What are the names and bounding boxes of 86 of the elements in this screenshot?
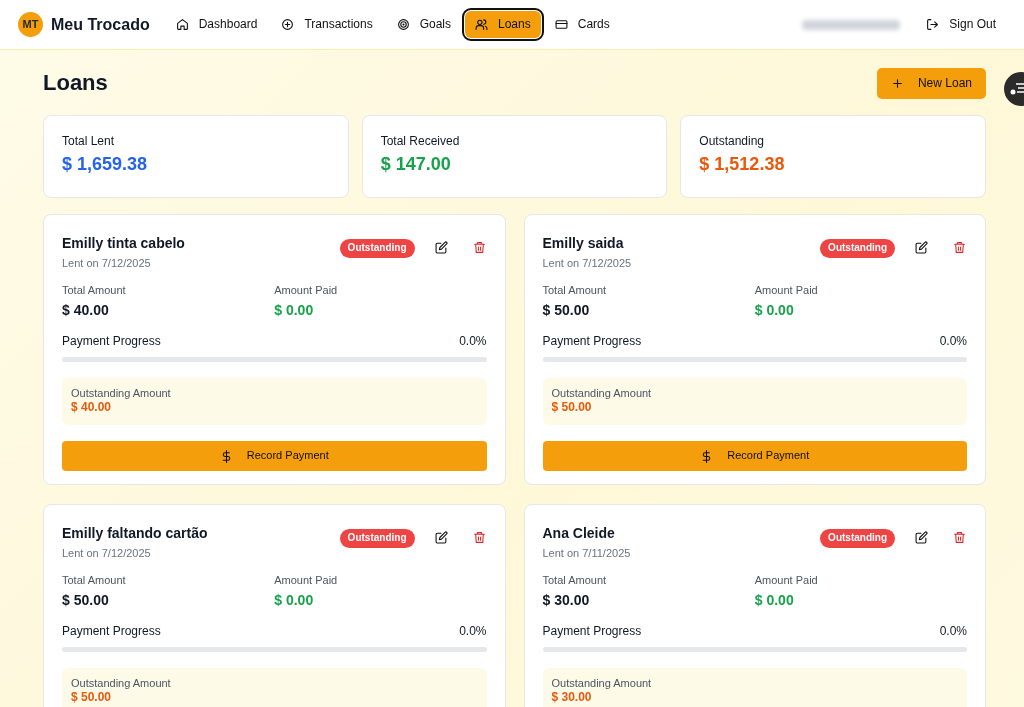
- edit-icon: [915, 241, 928, 255]
- nav-tab[interactable]: Goals: [386, 11, 461, 38]
- progress-label: Payment Progress: [542, 623, 642, 639]
- amount-label: Total Amount: [542, 574, 608, 588]
- loan-name: Emilly saida: [542, 235, 625, 253]
- outstanding-label: Outstanding Amount: [71, 386, 172, 401]
- amount-paid: $ 0.00: [274, 302, 315, 320]
- loan-name: Emilly faltando cartão: [62, 525, 208, 543]
- loan-date: Lent on 7/11/2025: [542, 546, 631, 561]
- status-badge: Outstanding: [339, 529, 415, 548]
- brand-name: Meu Trocado: [51, 14, 150, 35]
- plus-icon: [890, 77, 904, 90]
- stat-label: Outstanding: [699, 134, 766, 149]
- target-icon: [396, 18, 410, 31]
- delete-button[interactable]: [953, 241, 967, 256]
- amount-label: Amount Paid: [754, 574, 819, 588]
- amount-paid: $ 0.00: [754, 302, 795, 320]
- trash-icon: [953, 241, 966, 255]
- progress-label: Payment Progress: [542, 333, 642, 349]
- stat-value: $ 1,512.38: [699, 153, 786, 176]
- stat-value: $ 147.00: [380, 153, 452, 176]
- new-loan-button[interactable]: New Loan: [876, 68, 986, 99]
- outstanding-amount: $ 40.00: [71, 400, 113, 416]
- trash-icon: [472, 531, 486, 545]
- progress-percent: 0.0%: [459, 333, 487, 349]
- plus-circle-icon: [281, 18, 295, 31]
- status-badge: Outstanding: [820, 239, 895, 258]
- stat-label: Total Lent: [62, 134, 116, 149]
- edit-button[interactable]: [434, 241, 449, 256]
- amount-label: Amount Paid: [274, 574, 339, 588]
- home-icon: [175, 18, 189, 31]
- loan-date: Lent on 7/12/2025: [62, 256, 152, 271]
- users-icon: [475, 18, 488, 31]
- loan-name: Ana Cleide: [542, 525, 616, 543]
- loan-date: Lent on 7/12/2025: [542, 256, 632, 271]
- delete-button[interactable]: [472, 241, 487, 256]
- stat-label: Total Received: [380, 134, 461, 149]
- record-payment-button[interactable]: Record Payment: [542, 441, 967, 472]
- delete-button[interactable]: [953, 531, 967, 546]
- amount-label: Total Amount: [62, 574, 127, 588]
- total-amount: $ 50.00: [62, 592, 110, 610]
- loan-name: Emilly tinta cabelo: [62, 235, 185, 253]
- nav-tab[interactable]: Cards: [544, 11, 620, 38]
- amount-label: Total Amount: [62, 284, 127, 298]
- nav-tab[interactable]: Dashboard: [165, 11, 268, 38]
- list-icon: [1010, 82, 1024, 96]
- total-amount: $ 50.00: [542, 302, 591, 320]
- amount-label: Amount Paid: [274, 284, 339, 298]
- total-amount: $ 30.00: [542, 592, 591, 610]
- progress-percent: 0.0%: [939, 623, 967, 639]
- delete-button[interactable]: [472, 531, 487, 546]
- sign-out-button[interactable]: Sign Out: [916, 11, 1006, 38]
- edit-button[interactable]: [915, 531, 929, 546]
- edit-icon: [915, 531, 928, 545]
- edit-button[interactable]: [915, 241, 929, 256]
- total-amount: $ 40.00: [62, 302, 110, 320]
- credit-card-icon: [554, 18, 568, 31]
- amount-paid: $ 0.00: [754, 592, 795, 610]
- progress-label: Payment Progress: [62, 623, 161, 639]
- progress-percent: 0.0%: [939, 333, 967, 349]
- status-badge: Outstanding: [820, 529, 895, 548]
- trash-icon: [953, 531, 966, 545]
- edit-icon: [434, 241, 448, 255]
- outstanding-label: Outstanding Amount: [71, 676, 172, 691]
- amount-label: Amount Paid: [754, 284, 819, 298]
- edit-icon: [434, 531, 448, 545]
- sign-out-icon: [926, 18, 940, 31]
- progress-percent: 0.0%: [459, 623, 487, 639]
- outstanding-label: Outstanding Amount: [551, 676, 653, 691]
- page-title: Loans: [43, 70, 108, 97]
- amount-paid: $ 0.00: [274, 592, 315, 610]
- stat-value: $ 1,659.38: [62, 153, 149, 176]
- outstanding-amount: $ 50.00: [71, 690, 113, 706]
- outstanding-amount: $ 30.00: [551, 690, 593, 706]
- loan-date: Lent on 7/12/2025: [62, 546, 152, 561]
- trash-icon: [472, 241, 486, 255]
- outstanding-amount: $ 50.00: [551, 400, 593, 416]
- record-payment-button[interactable]: Record Payment: [62, 441, 487, 472]
- outstanding-label: Outstanding Amount: [551, 386, 653, 401]
- progress-label: Payment Progress: [62, 333, 161, 349]
- status-badge: Outstanding: [339, 239, 415, 258]
- nav-tab[interactable]: Loans: [465, 11, 541, 38]
- amount-label: Total Amount: [542, 284, 608, 298]
- nav-tab[interactable]: Transactions: [271, 11, 383, 38]
- logo: MT: [18, 12, 43, 37]
- edit-button[interactable]: [434, 531, 449, 546]
